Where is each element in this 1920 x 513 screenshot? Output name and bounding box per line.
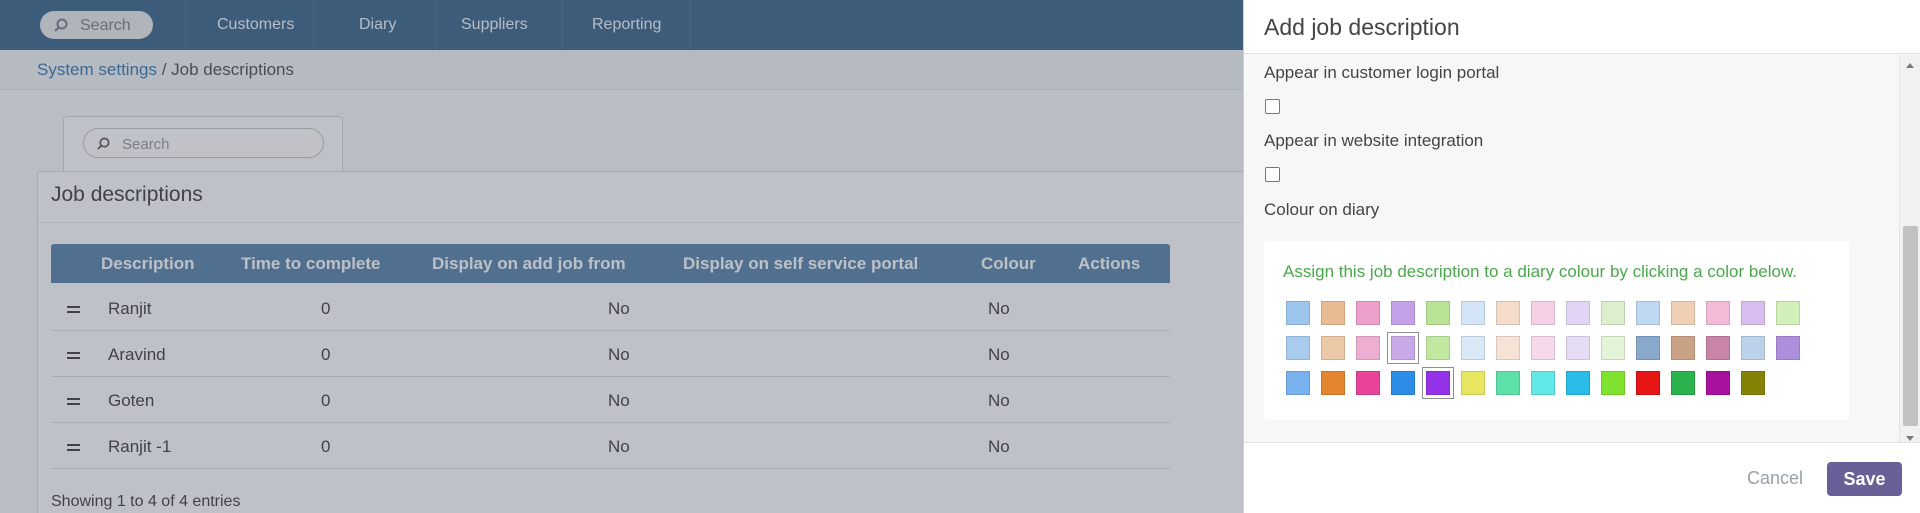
cancel-button[interactable]: Cancel — [1747, 468, 1803, 489]
add-job-description-modal: Add job description Appear in customer l… — [1243, 0, 1920, 513]
colour-swatch[interactable] — [1286, 301, 1310, 325]
colour-swatch[interactable] — [1496, 336, 1520, 360]
colour-swatch[interactable] — [1426, 336, 1450, 360]
colour-swatch[interactable] — [1776, 336, 1800, 360]
colour-swatch[interactable] — [1671, 301, 1695, 325]
save-button[interactable]: Save — [1827, 462, 1902, 496]
colour-swatch[interactable] — [1706, 336, 1730, 360]
colour-swatch[interactable] — [1531, 336, 1555, 360]
scroll-up-arrow-icon[interactable] — [1906, 63, 1914, 68]
website-integration-checkbox[interactable] — [1265, 167, 1280, 182]
colour-on-diary-label: Colour on diary — [1264, 200, 1380, 219]
colour-swatch[interactable] — [1321, 301, 1345, 325]
colour-swatch[interactable] — [1286, 371, 1310, 395]
colour-swatch[interactable] — [1461, 301, 1485, 325]
colour-swatch[interactable] — [1531, 371, 1555, 395]
colour-swatch[interactable] — [1566, 301, 1590, 325]
colour-swatch[interactable] — [1461, 336, 1485, 360]
modal-header: Add job description — [1244, 0, 1920, 54]
colour-swatch[interactable] — [1566, 371, 1590, 395]
colour-swatch[interactable] — [1706, 371, 1730, 395]
colour-swatch[interactable] — [1286, 336, 1310, 360]
colour-swatch[interactable] — [1601, 371, 1625, 395]
colour-swatch[interactable] — [1636, 336, 1660, 360]
modal-footer: Cancel Save — [1244, 442, 1920, 513]
colour-swatch[interactable] — [1426, 301, 1450, 325]
colour-swatch[interactable] — [1531, 301, 1555, 325]
colour-swatch[interactable] — [1671, 371, 1695, 395]
colour-swatch[interactable] — [1321, 336, 1345, 360]
modal-scrollbar[interactable] — [1899, 55, 1920, 442]
colour-swatch[interactable] — [1741, 371, 1765, 395]
colour-hint: Assign this job description to a diary c… — [1283, 262, 1798, 281]
colour-swatch[interactable] — [1741, 301, 1765, 325]
customer-portal-label: Appear in customer login portal — [1264, 63, 1500, 82]
modal-backdrop[interactable] — [0, 0, 1243, 513]
colour-swatch[interactable] — [1387, 332, 1419, 364]
colour-picker: Assign this job description to a diary c… — [1264, 241, 1849, 420]
colour-swatch[interactable] — [1496, 371, 1520, 395]
scroll-down-arrow-icon[interactable] — [1906, 436, 1914, 441]
colour-swatch[interactable] — [1356, 371, 1380, 395]
colour-swatch[interactable] — [1636, 371, 1660, 395]
colour-swatch[interactable] — [1706, 301, 1730, 325]
customer-portal-checkbox[interactable] — [1265, 99, 1280, 114]
colour-swatch[interactable] — [1671, 336, 1695, 360]
modal-body: Appear in customer login portal Appear i… — [1244, 55, 1899, 442]
colour-swatch[interactable] — [1391, 301, 1415, 325]
colour-swatch[interactable] — [1776, 301, 1800, 325]
colour-swatch[interactable] — [1741, 336, 1765, 360]
colour-swatch[interactable] — [1601, 336, 1625, 360]
scrollbar-thumb[interactable] — [1903, 226, 1918, 426]
modal-title: Add job description — [1264, 14, 1460, 40]
colour-swatch[interactable] — [1496, 301, 1520, 325]
colour-swatch[interactable] — [1356, 301, 1380, 325]
colour-swatch[interactable] — [1601, 301, 1625, 325]
colour-swatch[interactable] — [1422, 367, 1454, 399]
colour-swatch[interactable] — [1321, 371, 1345, 395]
colour-swatch[interactable] — [1636, 301, 1660, 325]
colour-swatch[interactable] — [1391, 371, 1415, 395]
colour-swatch[interactable] — [1566, 336, 1590, 360]
website-integration-label: Appear in website integration — [1264, 131, 1484, 150]
colour-swatch[interactable] — [1461, 371, 1485, 395]
colour-swatch[interactable] — [1356, 336, 1380, 360]
